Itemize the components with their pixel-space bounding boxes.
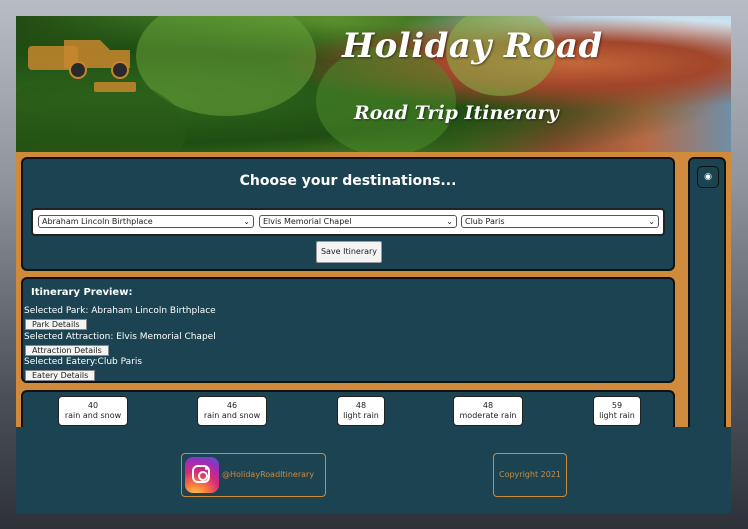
circle-icon: ◉ [704,172,712,182]
weather-desc: rain and snow [203,411,261,420]
weather-card: 48 moderate rain [453,396,523,426]
saved-itineraries-sidebar: ◉ [688,157,726,447]
app-title: Holiday Road [342,26,603,66]
instagram-handle: @HolidayRoadItinerary [222,470,315,479]
weather-temp: 48 [482,401,494,410]
weather-desc: light rain [343,411,379,420]
select-container: Abraham Lincoln Birthplace ⌄ Elvis Memori… [31,208,665,236]
app-frame: Holiday Road Road Trip Itinerary Choose … [16,16,731,513]
chooser-heading: Choose your destinations... [239,173,457,189]
selected-park-text: Selected Park: Abraham Lincoln Birthplac… [24,306,216,316]
attraction-select[interactable]: Elvis Memorial Chapel ⌄ [259,215,457,228]
park-details-button[interactable]: Park Details [25,319,87,330]
save-itinerary-button[interactable]: Save Itinerary [316,241,382,263]
footer: @HolidayRoadItinerary Copyright 2021 [16,427,731,513]
weather-desc: rain and snow [64,411,122,420]
weather-temp: 40 [87,401,99,410]
chevron-down-icon: ⌄ [648,217,655,226]
park-select[interactable]: Abraham Lincoln Birthplace ⌄ [38,215,254,228]
instagram-link[interactable]: @HolidayRoadItinerary [181,453,326,497]
holiday-road-logo [28,40,136,92]
eatery-select[interactable]: Club Paris ⌄ [461,215,659,228]
weather-temp: 59 [611,401,623,410]
weather-desc: light rain [599,411,635,420]
weather-card: 40 rain and snow [58,396,128,426]
weather-card: 46 rain and snow [197,396,267,426]
weather-temp: 46 [226,401,238,410]
preview-heading: Itinerary Preview: [31,287,133,298]
chevron-down-icon: ⌄ [243,217,250,226]
attraction-details-button[interactable]: Attraction Details [25,345,109,356]
sidebar-toggle-button[interactable]: ◉ [697,166,719,188]
eatery-details-button[interactable]: Eatery Details [25,370,96,381]
chevron-down-icon: ⌄ [446,217,453,226]
weather-card: 59 light rain [593,396,641,426]
destination-chooser: Choose your destinations... Abraham Linc… [21,157,675,271]
selected-attraction-text: Selected Attraction: Elvis Memorial Chap… [24,332,216,342]
header-banner: Holiday Road Road Trip Itinerary [16,16,731,152]
app-subtitle: Road Trip Itinerary [354,102,559,124]
weather-temp: 48 [355,401,367,410]
selected-eatery-text: Selected Eatery:Club Paris [24,357,143,367]
copyright-text: Copyright 2021 [493,453,567,497]
weather-card: 48 light rain [337,396,385,426]
instagram-icon [185,457,219,493]
weather-desc: moderate rain [459,411,517,420]
itinerary-preview: Itinerary Preview: Selected Park: Abraha… [21,277,675,383]
